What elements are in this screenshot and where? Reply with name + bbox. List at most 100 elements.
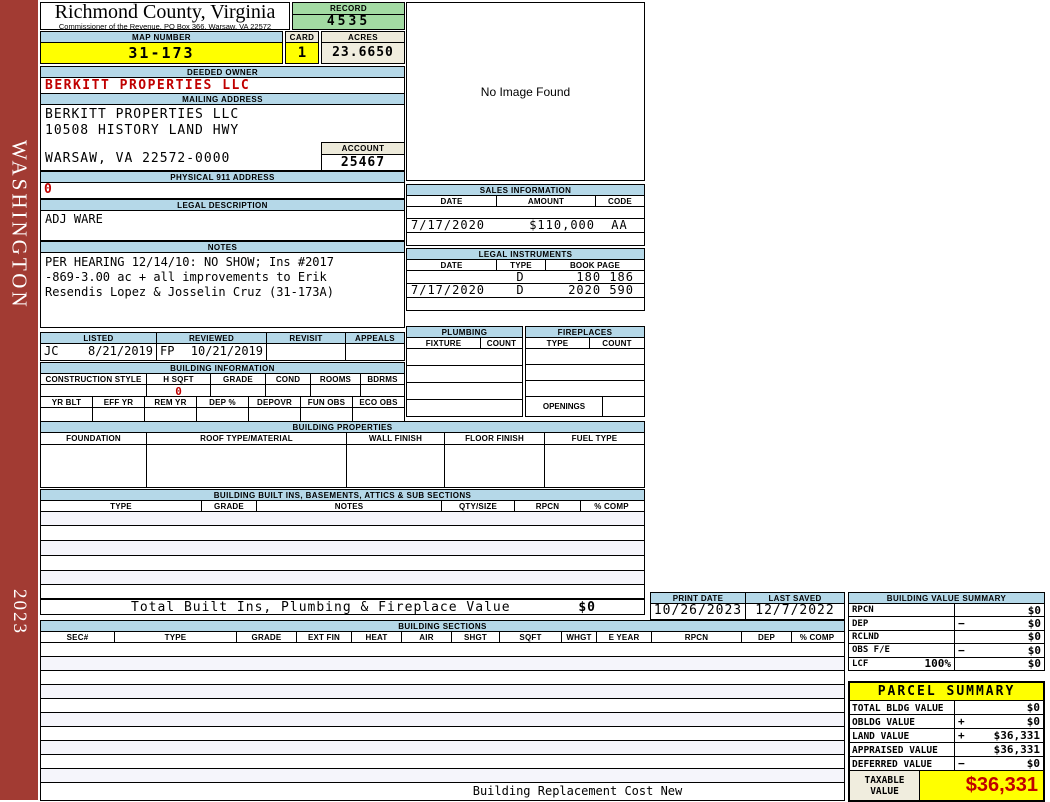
sale-code-value: AA: [611, 218, 628, 232]
built-ins-row: [40, 512, 645, 526]
appeals-header: APPEALS: [345, 333, 404, 343]
parcel-value: $0: [1026, 715, 1040, 728]
instrument-bookpage-header: BOOK PAGE: [545, 260, 644, 270]
bvs-label: OBS F/E: [852, 645, 890, 656]
print-date-value: 10/26/2023: [653, 603, 743, 618]
air-header: AIR: [401, 632, 451, 642]
sidebar-district-label: WASHINGTON: [7, 140, 32, 310]
heat-header: HEAT: [351, 632, 401, 642]
built-ins-total-label: Total Built Ins, Plumbing & Fireplace Va…: [131, 599, 511, 615]
plumbing-row: [406, 400, 523, 417]
built-ins-header: BUILDING BUILT INS, BASEMENTS, ATTICS & …: [40, 489, 645, 501]
instrument-type-value: D: [516, 283, 525, 297]
replacement-cost-row: Building Replacement Cost New: [40, 783, 845, 801]
county-title: Richmond County, Virginia: [54, 1, 276, 23]
section-row: [40, 699, 845, 713]
rpcn-header: RPCN: [651, 632, 741, 642]
listed-date-value: 8/21/2019: [87, 344, 153, 358]
hsqft-header: H SQFT: [146, 374, 210, 384]
taxable-value-row: TAXABLE VALUE $36,331: [850, 771, 1043, 800]
bvs-label: DEP: [852, 618, 869, 629]
physical-address-value: 0: [40, 183, 405, 199]
notes-line2: -869-3.00 ac + all improvements to Erik: [45, 270, 327, 284]
notes-line1: PER HEARING 12/14/10: NO SHOW; Ins #2017: [45, 255, 334, 269]
openings-value: [602, 397, 644, 416]
bvs-value: $0: [1027, 643, 1041, 657]
plumbing-section: PLUMBING FIXTURE COUNT: [406, 326, 523, 417]
notes-section: NOTES PER HEARING 12/14/10: NO SHOW; Ins…: [40, 241, 405, 328]
plumbing-row: [406, 349, 523, 366]
bdrms-header: BDRMS: [360, 374, 404, 384]
taxable-label-line1: TAXABLE: [864, 774, 905, 786]
shgt-header: SHGT: [451, 632, 499, 642]
section-row: [40, 713, 845, 727]
built-ins-row: [40, 526, 645, 541]
rooms-value: [310, 385, 360, 396]
dep-header: DEP: [741, 632, 791, 642]
parcel-label: OBLDG VALUE: [852, 717, 915, 728]
taxable-value: $36,331: [965, 774, 1038, 796]
acres-header: ACRES: [321, 31, 405, 43]
plumbing-row: [406, 383, 523, 400]
print-info-section: PRINT DATE LAST SAVED 10/26/2023 12/7/20…: [650, 592, 845, 620]
legal-instruments-header: LEGAL INSTRUMENTS: [406, 248, 645, 260]
built-ins-section: BUILDING BUILT INS, BASEMENTS, ATTICS & …: [40, 489, 645, 599]
bvs-label: LCF: [852, 658, 869, 669]
building-sections-table: BUILDING SECTIONS SEC# TYPE GRADE EXT FI…: [40, 620, 845, 801]
built-ins-grade-header: GRADE: [201, 501, 256, 511]
physical-address-section: PHYSICAL 911 ADDRESS 0: [40, 171, 405, 199]
building-value-summary-header: BUILDING VALUE SUMMARY: [848, 592, 1045, 604]
revisit-header: REVISIT: [266, 333, 345, 343]
property-photo-placeholder: No Image Found: [406, 2, 645, 181]
bvs-label: RCLND: [852, 631, 880, 642]
parcel-label: TOTAL BLDG VALUE: [852, 703, 944, 714]
replacement-cost-label: Building Replacement Cost New: [472, 784, 683, 798]
parcel-row: TOTAL BLDG VALUE $0: [850, 701, 1043, 715]
foundation-value: [41, 445, 146, 487]
built-ins-comp-header: % COMP: [580, 501, 642, 511]
parcel-summary-header: PARCEL SUMMARY: [850, 683, 1043, 701]
construction-style-header: CONSTRUCTION STYLE: [45, 374, 142, 384]
parcel-value: $36,331: [993, 743, 1040, 756]
mailing-line2: 10508 HISTORY LAND HWY: [45, 123, 240, 138]
bvs-row: DEP − $0: [848, 617, 1045, 631]
construction-style-value: [41, 385, 146, 396]
sale-date-value: 7/17/2020: [411, 218, 486, 232]
funobs-header: FUN OBS: [300, 397, 352, 407]
no-image-text: No Image Found: [480, 84, 571, 99]
taxable-label-line2: VALUE: [870, 785, 899, 797]
legal-description-value: ADJ WARE: [40, 211, 405, 241]
parcel-label: DEFERRED VALUE: [852, 759, 933, 770]
mailing-address-header: MAILING ADDRESS: [40, 93, 405, 105]
wall-finish-header: WALL FINISH: [346, 433, 444, 444]
sales-row: 7/17/2020 $110,000 AA: [406, 219, 645, 233]
parcel-value: $0: [1026, 701, 1040, 714]
built-ins-row: [40, 541, 645, 556]
yrblt-header: YR BLT: [51, 397, 82, 407]
whgt-header: WHGT: [561, 632, 596, 642]
built-ins-total-value: $0: [578, 599, 596, 615]
legal-description-header: LEGAL DESCRIPTION: [40, 199, 405, 211]
building-value-summary-section: BUILDING VALUE SUMMARY RPCN $0 DEP − $0 …: [848, 592, 1045, 671]
bvs-op: −: [958, 643, 965, 657]
parcel-op: +: [958, 729, 965, 742]
section-row: [40, 727, 845, 741]
notes-box: PER HEARING 12/14/10: NO SHOW; Ins #2017…: [40, 253, 405, 328]
building-sections-header: BUILDING SECTIONS: [40, 620, 845, 632]
parcel-value: $36,331: [993, 729, 1040, 742]
parcel-row: APPRAISED VALUE $36,331: [850, 743, 1043, 757]
sales-information-header: SALES INFORMATION: [406, 184, 645, 196]
building-information-header: BUILDING INFORMATION: [40, 362, 405, 374]
instrument-date-header: DATE: [440, 260, 463, 270]
building-properties-header: BUILDING PROPERTIES: [40, 421, 645, 433]
grade-value: [210, 385, 265, 396]
bvs-row: RPCN $0: [848, 604, 1045, 618]
fixture-header: FIXTURE: [425, 338, 462, 348]
reviewed-header: REVIEWED: [156, 333, 266, 343]
sales-amount-header: AMOUNT: [496, 196, 595, 206]
bdrms-value: [360, 385, 404, 396]
instrument-date-value: [407, 271, 496, 283]
built-ins-type-header: TYPE: [110, 501, 132, 511]
fireplace-row: [525, 365, 645, 381]
parcel-row: OBLDG VALUE + $0: [850, 715, 1043, 729]
